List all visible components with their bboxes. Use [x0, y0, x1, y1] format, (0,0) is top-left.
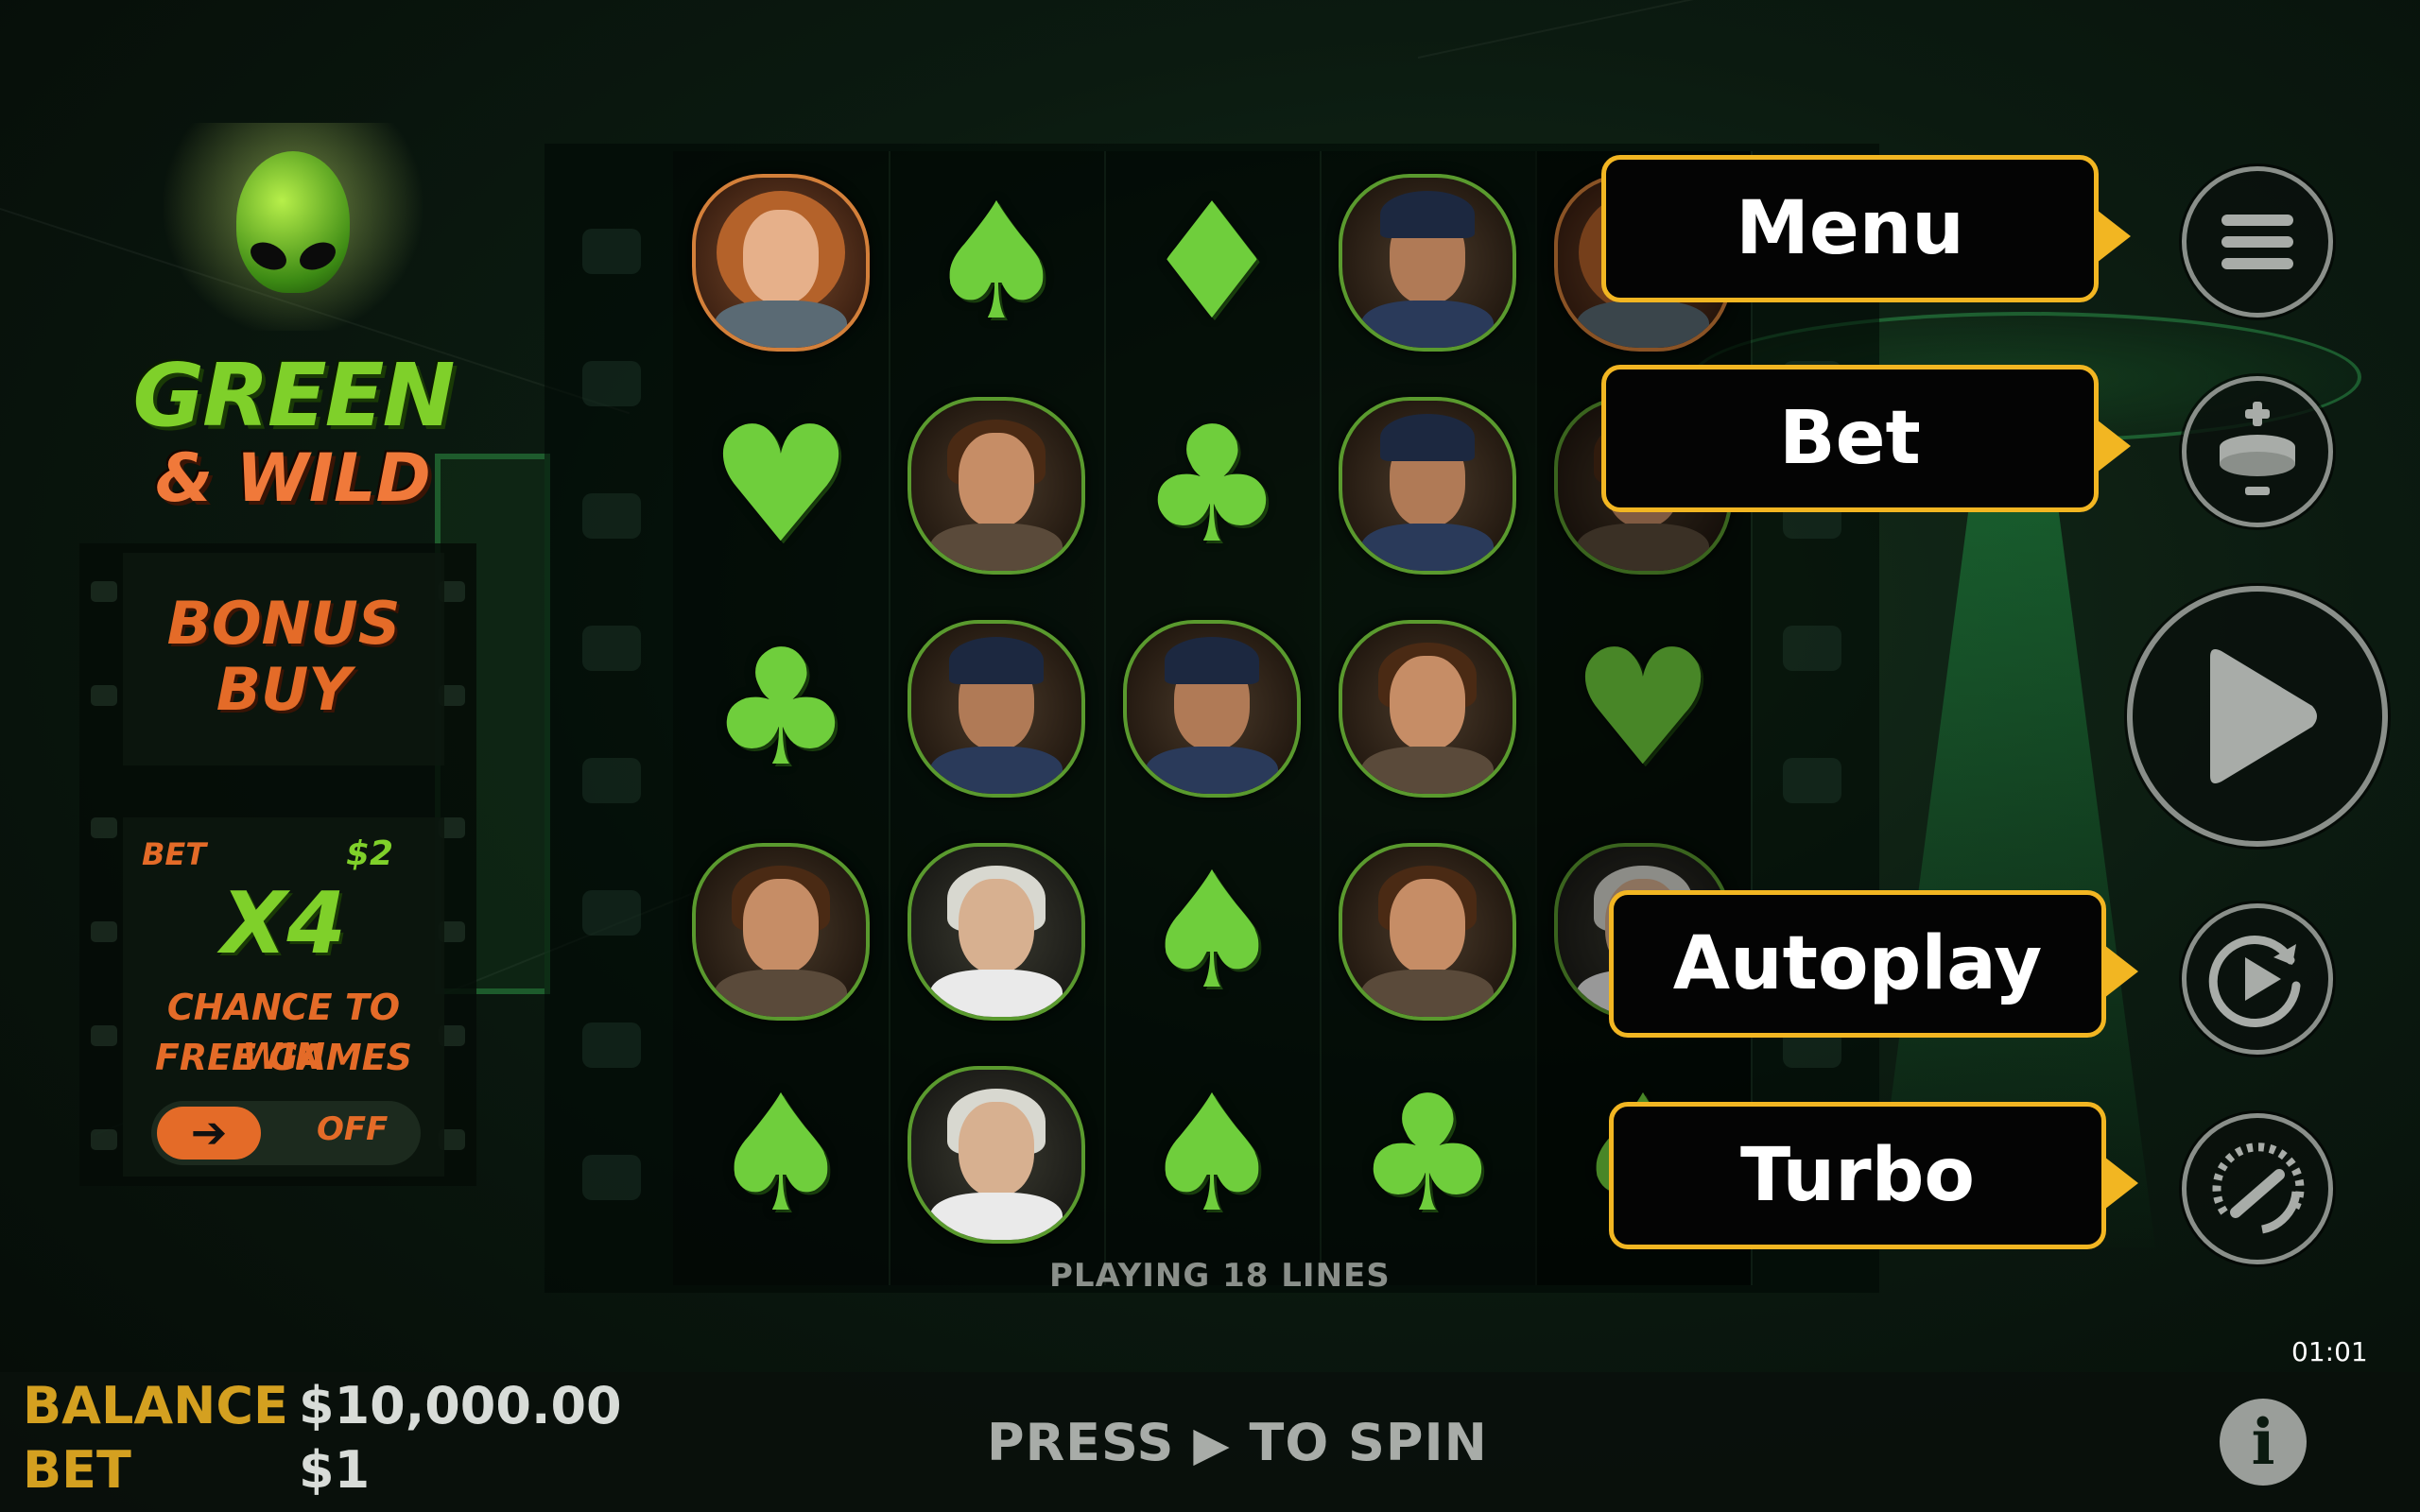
press-suffix: TO SPIN	[1249, 1413, 1488, 1472]
reel-cell: ♣	[1104, 374, 1320, 597]
bet-value: $1	[299, 1440, 371, 1500]
reel-cell: ♠	[889, 151, 1104, 374]
spade-symbol-icon: ♠	[1139, 838, 1285, 1025]
reel-cell: ♠	[1104, 820, 1320, 1043]
bet-button[interactable]	[2182, 376, 2333, 527]
bonus-buy-label-line1: BONUS	[166, 589, 401, 658]
autoplay-button[interactable]	[2182, 903, 2333, 1055]
reel-cell	[1320, 597, 1535, 820]
game-logo: GREEN & WILD	[113, 113, 473, 529]
play-icon	[2210, 649, 2317, 783]
club-symbol-icon: ♣	[708, 615, 854, 802]
reel-column: ♣	[1320, 151, 1537, 1285]
club-symbol-icon: ♣	[1139, 392, 1285, 579]
ante-toggle-state: OFF	[317, 1110, 389, 1148]
spade-symbol-icon: ♠	[708, 1061, 854, 1248]
press-word: PRESS	[987, 1413, 1175, 1472]
crack-decoration	[1417, 0, 2251, 59]
cop-portrait-symbol-icon	[1123, 620, 1301, 798]
woman-portrait-symbol-icon	[692, 174, 870, 352]
clock-display: 01:01	[2291, 1336, 2368, 1367]
hamburger-menu-icon	[2221, 215, 2293, 269]
turbo-button[interactable]	[2182, 1113, 2333, 1264]
reel-cell: ♠	[1104, 1043, 1320, 1266]
heart-symbol-icon: ♥	[708, 392, 854, 579]
reel-cell: ♠	[673, 1043, 889, 1266]
logo-title-green: GREEN	[132, 345, 455, 446]
bet-label: BET	[23, 1440, 131, 1500]
arrow-right-icon: ➔	[157, 1107, 261, 1160]
ante-bet-label: BET	[142, 836, 207, 872]
playing-lines-text: PLAYING 18 LINES	[1049, 1257, 1391, 1295]
reel-cell	[1320, 151, 1535, 374]
cop-portrait-symbol-icon	[1339, 397, 1516, 575]
alien-eye	[246, 236, 291, 276]
diamond-symbol-icon: ♦	[1139, 169, 1285, 356]
old-man-portrait-symbol-icon	[908, 1066, 1085, 1244]
menu-callout-pointer	[2097, 210, 2131, 263]
reel-cell	[889, 820, 1104, 1043]
ante-bet-toggle[interactable]: ➔ OFF	[151, 1101, 421, 1165]
press-to-spin-hint: PRESS ▶ TO SPIN	[987, 1413, 1488, 1472]
alien-head-icon	[236, 151, 350, 293]
reel-cell: ♣	[673, 597, 889, 820]
spin-button[interactable]	[2127, 586, 2388, 847]
turbo-callout: Turbo	[1609, 1102, 2106, 1249]
turbo-callout-pointer	[2104, 1157, 2138, 1210]
boy-portrait-symbol-icon	[908, 397, 1085, 575]
old-man-portrait-symbol-icon	[908, 843, 1085, 1021]
bet-callout-pointer	[2097, 420, 2131, 472]
boy-portrait-symbol-icon	[692, 843, 870, 1021]
bet-callout: Bet	[1601, 365, 2099, 512]
bet-coin-icon	[2220, 402, 2295, 495]
cop-portrait-symbol-icon	[908, 620, 1085, 798]
logo-title-wild: & WILD	[155, 439, 431, 517]
reel-cell	[889, 374, 1104, 597]
boy-portrait-symbol-icon	[1339, 620, 1516, 798]
reel-column: ♥ ♣ ♠	[673, 151, 890, 1285]
reel-cell	[1320, 820, 1535, 1043]
menu-button[interactable]	[2182, 166, 2333, 318]
reel-column: ♠	[889, 151, 1106, 1285]
spade-symbol-icon: ♠	[924, 169, 1069, 356]
reel-cell	[673, 820, 889, 1043]
reel-cell	[673, 151, 889, 374]
reel-cell: ♦	[1104, 151, 1320, 374]
reel-cell	[889, 1043, 1104, 1266]
reel-cell	[889, 597, 1104, 820]
autoplay-callout: Autoplay	[1609, 890, 2106, 1038]
reel-cell	[1104, 597, 1320, 820]
ante-description-line2: FREE GAMES	[154, 1037, 413, 1078]
autoplay-callout-pointer	[2104, 945, 2138, 998]
info-icon: i	[2251, 1405, 2275, 1479]
menu-callout: Menu	[1601, 155, 2099, 302]
club-symbol-icon: ♣	[1355, 1061, 1500, 1248]
play-icon: ▶	[1193, 1417, 1231, 1471]
info-button[interactable]: i	[2220, 1399, 2307, 1486]
ante-bet-panel: BET $2 X4 CHANCE TO WIN FREE GAMES ➔ OFF	[123, 817, 444, 1177]
reel-cell	[1320, 374, 1535, 597]
ante-bet-amount: $2	[346, 834, 394, 873]
bonus-buy-label-line2: BUY	[216, 655, 352, 724]
reel-grid: ♥♣♠♠♦♣♠♠♣♥♠	[673, 151, 1753, 1285]
ante-multiplier: X4	[220, 874, 346, 973]
bonus-buy-button[interactable]: BONUS BUY	[123, 553, 444, 765]
reel-column: ♦ ♣ ♠ ♠	[1104, 151, 1322, 1285]
balance-label: BALANCE	[23, 1376, 288, 1435]
balance-value: $10,000.00	[299, 1376, 622, 1435]
reel-cell: ♥	[673, 374, 889, 597]
speedometer-icon	[2212, 1143, 2305, 1234]
spade-symbol-icon: ♠	[1139, 1061, 1285, 1248]
alien-eye	[295, 236, 340, 276]
autoplay-icon	[2208, 936, 2301, 1028]
reel-cell: ♣	[1320, 1043, 1535, 1266]
boy-portrait-symbol-icon	[1339, 843, 1516, 1021]
cop-portrait-symbol-icon	[1339, 174, 1516, 352]
